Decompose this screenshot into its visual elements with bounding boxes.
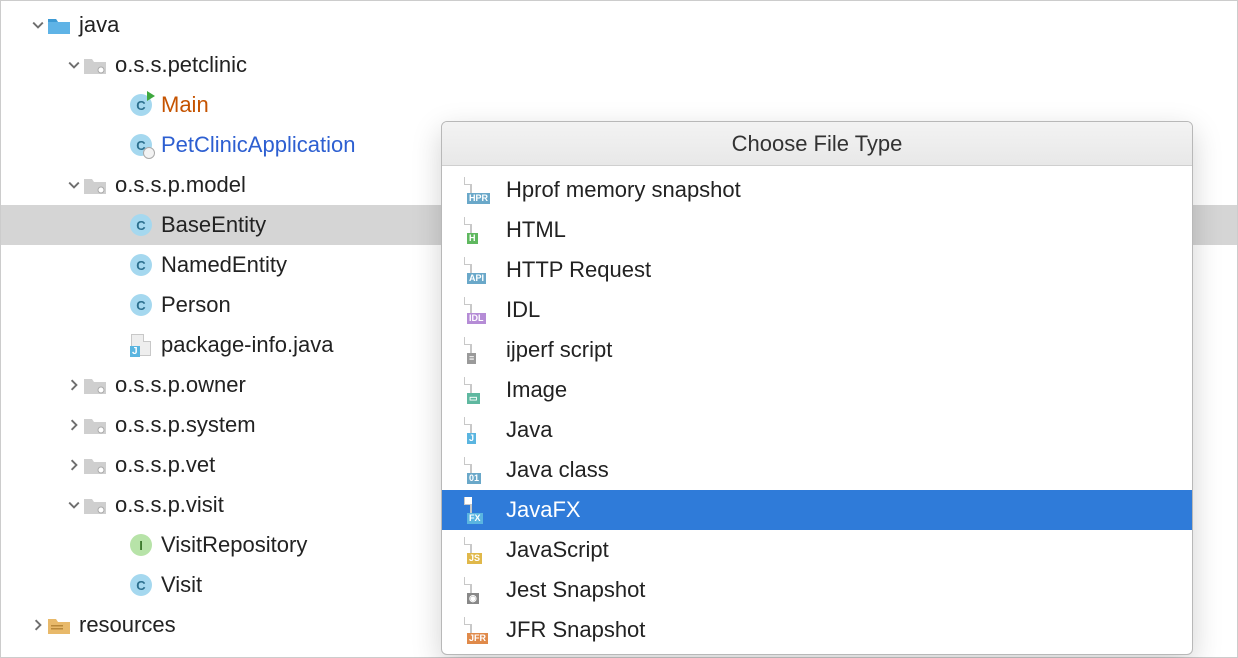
chevron-right-icon[interactable] [65, 419, 83, 431]
file-type-label: JFR Snapshot [506, 617, 645, 643]
file-type-item[interactable]: ◉ Jest Snapshot [442, 570, 1192, 610]
package-icon [83, 173, 107, 197]
interface-icon: I [129, 533, 153, 557]
tree-item-label: o.s.s.p.system [115, 412, 256, 438]
file-type-label: Jest Snapshot [506, 577, 645, 603]
file-type-item[interactable]: HPR Hprof memory snapshot [442, 170, 1192, 210]
java-file-icon [129, 333, 153, 357]
file-type-label: Hprof memory snapshot [506, 177, 741, 203]
tree-item-label: o.s.s.p.model [115, 172, 246, 198]
tree-item-label: resources [79, 612, 176, 638]
file-type-icon: ▭ [470, 378, 492, 402]
package-icon [83, 453, 107, 477]
chevron-right-icon[interactable] [29, 619, 47, 631]
file-type-label: ijperf script [506, 337, 612, 363]
file-type-list: HPR Hprof memory snapshot H HTML API HTTP Req… [442, 166, 1192, 654]
tree-item-label: BaseEntity [161, 212, 266, 238]
file-type-icon: JFR [470, 618, 492, 642]
chevron-down-icon[interactable] [29, 19, 47, 31]
tree-item-label: Visit [161, 572, 202, 598]
file-type-item[interactable]: JFR JFR Snapshot [442, 610, 1192, 650]
tree-item-label: o.s.s.p.owner [115, 372, 246, 398]
file-type-label: Java [506, 417, 552, 443]
tree-item-label: package-info.java [161, 332, 333, 358]
tree-item-label: o.s.s.petclinic [115, 52, 247, 78]
package-icon [83, 413, 107, 437]
folder-icon [47, 13, 71, 37]
tree-item-label: o.s.s.p.vet [115, 452, 215, 478]
chevron-right-icon[interactable] [65, 379, 83, 391]
file-type-icon: IDL [470, 298, 492, 322]
file-type-icon: J [470, 418, 492, 442]
file-type-label: Java class [506, 457, 609, 483]
class-icon: C [129, 253, 153, 277]
tree-item-java[interactable]: java [1, 5, 1237, 45]
file-type-item[interactable]: JS JavaScript [442, 530, 1192, 570]
package-icon [83, 373, 107, 397]
file-type-label: IDL [506, 297, 540, 323]
file-type-icon: FX [470, 498, 492, 522]
tree-item-main[interactable]: C Main [1, 85, 1237, 125]
tree-item-label: VisitRepository [161, 532, 307, 558]
package-icon [83, 53, 107, 77]
tree-item-label: Main [161, 92, 209, 118]
popup-title: Choose File Type [442, 122, 1192, 166]
tree-item-petclinic[interactable]: o.s.s.petclinic [1, 45, 1237, 85]
file-type-label: HTML [506, 217, 566, 243]
tree-item-label: java [79, 12, 119, 38]
tree-item-label: NamedEntity [161, 252, 287, 278]
chevron-down-icon[interactable] [65, 179, 83, 191]
file-type-icon: JS [470, 538, 492, 562]
class-runnable-icon: C [129, 93, 153, 117]
file-type-label: Image [506, 377, 567, 403]
package-icon [83, 493, 107, 517]
class-icon: C [129, 293, 153, 317]
file-type-item[interactable]: FX JavaFX [442, 490, 1192, 530]
file-type-label: JavaScript [506, 537, 609, 563]
chevron-down-icon[interactable] [65, 499, 83, 511]
file-type-item[interactable]: 01 Java class [442, 450, 1192, 490]
file-type-item[interactable]: IDL IDL [442, 290, 1192, 330]
resources-folder-icon [47, 613, 71, 637]
file-type-icon: ≡ [470, 338, 492, 362]
file-type-icon: ◉ [470, 578, 492, 602]
class-spring-icon: C [129, 133, 153, 157]
file-type-item[interactable]: ▭ Image [442, 370, 1192, 410]
file-type-icon: 01 [470, 458, 492, 482]
file-type-item[interactable]: ≡ ijperf script [442, 330, 1192, 370]
file-type-item[interactable]: API HTTP Request [442, 250, 1192, 290]
file-type-item[interactable]: H HTML [442, 210, 1192, 250]
file-type-item[interactable]: J Java [442, 410, 1192, 450]
file-type-icon: API [470, 258, 492, 282]
choose-file-type-popup: Choose File Type HPR Hprof memory snapsho… [441, 121, 1193, 655]
class-icon: C [129, 573, 153, 597]
tree-item-label: o.s.s.p.visit [115, 492, 224, 518]
file-type-icon: HPR [470, 178, 492, 202]
chevron-right-icon[interactable] [65, 459, 83, 471]
file-type-label: JavaFX [506, 497, 581, 523]
class-icon: C [129, 213, 153, 237]
file-type-icon: H [470, 218, 492, 242]
tree-item-label: PetClinicApplication [161, 132, 355, 158]
chevron-down-icon[interactable] [65, 59, 83, 71]
tree-item-label: Person [161, 292, 231, 318]
file-type-label: HTTP Request [506, 257, 651, 283]
